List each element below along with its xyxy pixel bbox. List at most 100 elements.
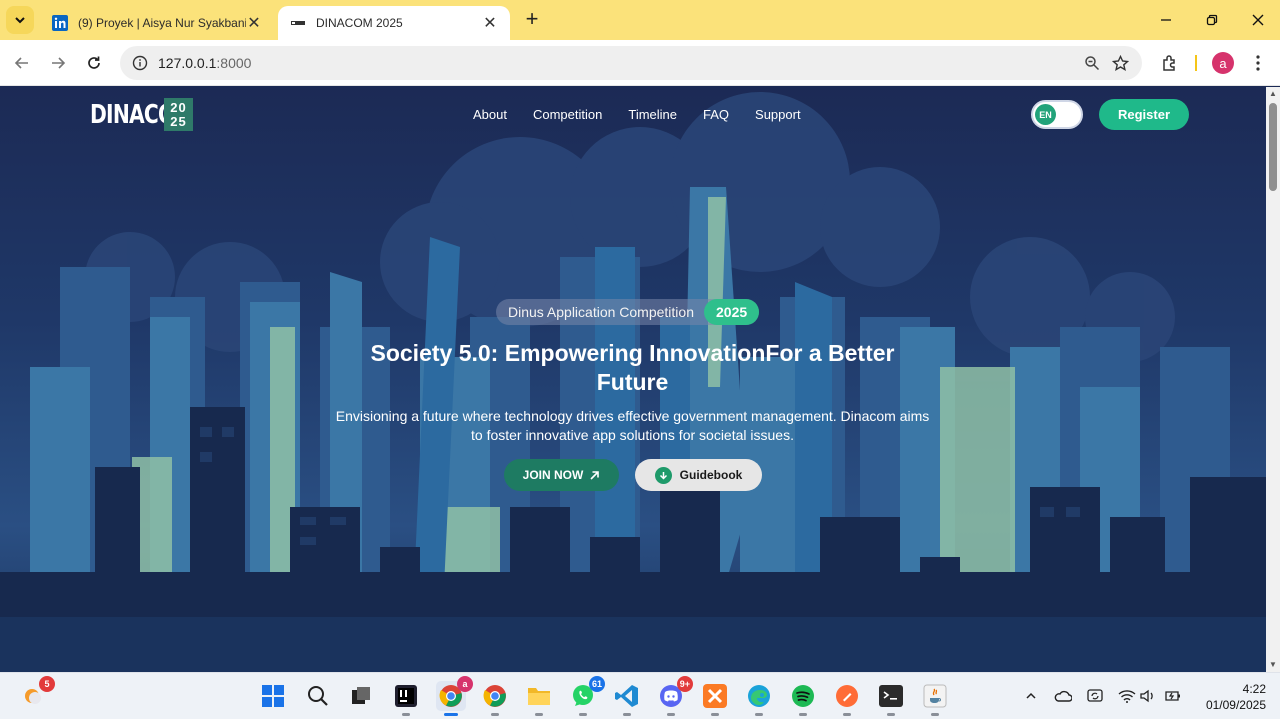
app-running-indicator: [843, 713, 851, 716]
search-button[interactable]: [303, 681, 333, 711]
logo-wordmark: DINACOM: [90, 99, 195, 130]
system-clock[interactable]: 4:22 01/09/2025: [1196, 681, 1266, 713]
page-scrollbar[interactable]: ▲ ▼: [1266, 87, 1280, 672]
spotify-app[interactable]: [788, 681, 818, 716]
battery-icon[interactable]: [1162, 685, 1184, 707]
terminal-icon: [879, 685, 903, 707]
reload-button[interactable]: [82, 51, 106, 75]
chrome-profile-badge: a: [457, 676, 473, 692]
discord-badge: 9+: [676, 676, 693, 692]
app-active-indicator: [444, 713, 458, 716]
terminal-app[interactable]: [876, 681, 906, 716]
new-tab-button[interactable]: +: [520, 8, 544, 32]
arrow-up-right-icon: [590, 470, 600, 480]
logo-year-bottom: 25: [170, 114, 187, 129]
nav-support[interactable]: Support: [755, 107, 801, 122]
close-tab-icon[interactable]: ✕: [246, 15, 262, 32]
web-page: DINACOM 20 25 About Competition Timeline …: [0, 87, 1266, 672]
postman-app[interactable]: [832, 681, 862, 716]
join-now-button[interactable]: JOIN NOW: [504, 459, 619, 491]
nav-competition[interactable]: Competition: [533, 107, 602, 122]
nav-timeline[interactable]: Timeline: [628, 107, 677, 122]
xampp-icon: [703, 684, 727, 708]
language-knob: EN: [1035, 104, 1056, 125]
nav-faq[interactable]: FAQ: [703, 107, 729, 122]
tab-dinacom[interactable]: DINACOM 2025 ✕: [278, 6, 510, 40]
main-nav: About Competition Timeline FAQ Support: [473, 107, 801, 122]
extensions-icon[interactable]: [1158, 51, 1182, 75]
task-view-icon: [352, 687, 370, 704]
guidebook-button[interactable]: Guidebook: [635, 459, 762, 491]
pill-year-badge: 2025: [704, 299, 760, 325]
minimize-icon: [1161, 19, 1171, 21]
vscode-app[interactable]: [612, 681, 642, 716]
url-host: 127.0.0.1: [158, 55, 217, 71]
register-button[interactable]: Register: [1099, 99, 1189, 130]
zoom-icon[interactable]: [1078, 49, 1106, 77]
chevron-up-icon: [1026, 692, 1036, 699]
tab-search-button[interactable]: [6, 6, 34, 34]
spotify-icon: [792, 685, 814, 707]
close-tab-icon[interactable]: ✕: [482, 15, 498, 32]
postman-icon: [836, 685, 858, 707]
app-running-indicator: [755, 713, 763, 716]
app-running-indicator: [623, 713, 631, 716]
onedrive-icon[interactable]: [1052, 685, 1074, 707]
app-running-indicator: [402, 713, 410, 716]
linkedin-icon: [52, 15, 68, 31]
file-explorer-app[interactable]: [524, 681, 554, 716]
scroll-down-icon[interactable]: ▼: [1268, 660, 1278, 670]
logo-year-box: 20 25: [164, 98, 193, 131]
arrow-right-icon: [52, 57, 66, 69]
hero-description: Envisioning a future where technology dr…: [335, 408, 930, 443]
java-app[interactable]: [920, 681, 950, 716]
chrome-icon: [483, 685, 506, 707]
close-icon: [1252, 14, 1264, 26]
app-running-indicator: [711, 713, 719, 716]
weather-widget[interactable]: 5: [18, 676, 55, 711]
start-button[interactable]: [258, 681, 288, 711]
java-icon: [923, 684, 947, 708]
chevron-down-icon: [15, 17, 25, 24]
address-bar[interactable]: 127.0.0.1:8000: [120, 46, 1142, 80]
site-info-icon[interactable]: [130, 53, 150, 73]
app-running-indicator: [535, 713, 543, 716]
forward-button[interactable]: [46, 51, 70, 75]
browser-menu-icon[interactable]: [1246, 51, 1270, 75]
close-window-button[interactable]: [1246, 8, 1270, 32]
wifi-icon[interactable]: [1116, 685, 1138, 707]
dinacom-favicon: [291, 21, 305, 25]
scroll-up-icon[interactable]: ▲: [1268, 89, 1278, 99]
discord-app[interactable]: 9+: [656, 676, 693, 716]
edge-app[interactable]: [744, 681, 774, 716]
show-hidden-icons-button[interactable]: [1020, 685, 1042, 707]
toolbar-divider: [1195, 55, 1197, 71]
weather-badge: 5: [39, 676, 55, 692]
intellij-app[interactable]: [391, 681, 421, 716]
scroll-thumb[interactable]: [1269, 103, 1277, 191]
minimize-button[interactable]: [1154, 8, 1178, 32]
taskbar: 5 a 61 9+ 4:22 01/09/2025: [0, 672, 1280, 719]
xampp-app[interactable]: [700, 681, 730, 716]
back-button[interactable]: [10, 51, 34, 75]
dinacom-logo[interactable]: DINACOM 20 25: [90, 98, 198, 131]
sync-icon[interactable]: [1084, 685, 1106, 707]
download-icon: [654, 466, 672, 484]
volume-icon[interactable]: [1137, 685, 1159, 707]
reload-icon: [88, 56, 100, 69]
competition-pill: Dinus Application Competition 2025: [496, 299, 760, 325]
restore-icon: [1206, 14, 1218, 26]
language-toggle[interactable]: EN: [1031, 100, 1083, 129]
task-view-button[interactable]: [346, 681, 376, 711]
profile-avatar[interactable]: a: [1212, 52, 1234, 74]
app-running-indicator: [579, 713, 587, 716]
tab-linkedin[interactable]: (9) Proyek | Aisya Nur Syakbani ✕: [40, 6, 274, 40]
arrow-left-icon: [14, 57, 28, 69]
bookmark-star-icon[interactable]: [1106, 49, 1134, 77]
nav-about[interactable]: About: [473, 107, 507, 122]
chrome-app-secondary[interactable]: [480, 681, 510, 716]
chrome-app-active[interactable]: a: [436, 676, 473, 716]
whatsapp-app[interactable]: 61: [568, 676, 605, 716]
url-text[interactable]: 127.0.0.1:8000: [158, 55, 1078, 71]
restore-button[interactable]: [1200, 8, 1224, 32]
